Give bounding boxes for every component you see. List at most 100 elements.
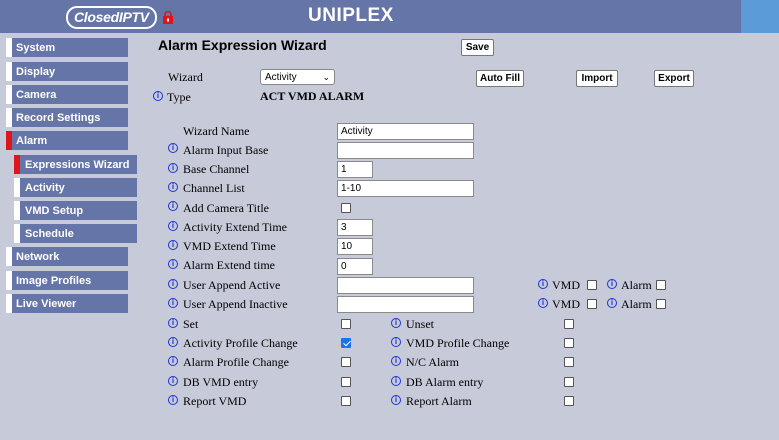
nav-marker xyxy=(14,178,20,197)
nav-marker xyxy=(6,108,12,127)
auto-fill-button[interactable]: Auto Fill xyxy=(476,70,524,87)
info-icon[interactable]: i xyxy=(168,376,178,386)
import-button[interactable]: Import xyxy=(576,70,618,87)
closediptv-logo: ClosedIPTV xyxy=(66,5,174,29)
user-append-inactive-input[interactable] xyxy=(337,296,474,313)
save-button[interactable]: Save xyxy=(461,39,494,56)
lock-icon xyxy=(162,10,173,24)
report-alarm-checkbox[interactable] xyxy=(564,396,574,406)
vmd-label: VMD xyxy=(552,297,581,311)
report-vmd-label: Report VMD xyxy=(183,394,247,408)
sidebar-item-record-settings[interactable]: Record Settings xyxy=(6,108,128,127)
nav-marker xyxy=(14,201,20,220)
db-alarm-entry-label: DB Alarm entry xyxy=(406,375,484,389)
info-icon[interactable]: i xyxy=(168,318,178,328)
user-append-active-input[interactable] xyxy=(337,277,474,294)
info-icon[interactable]: i xyxy=(607,279,617,289)
info-icon[interactable]: i xyxy=(168,221,178,231)
alarm-profile-change-checkbox[interactable] xyxy=(341,357,351,367)
sidebar-item-schedule[interactable]: Schedule xyxy=(14,224,137,243)
add-camera-title-checkbox[interactable] xyxy=(341,203,351,213)
activity-profile-change-checkbox[interactable] xyxy=(341,338,351,348)
info-icon[interactable]: i xyxy=(538,279,548,289)
alarm-input-base-label: Alarm Input Base xyxy=(183,143,269,157)
channel-list-input[interactable] xyxy=(337,180,474,197)
alarm-extend-time-input[interactable] xyxy=(337,258,373,275)
info-icon[interactable]: i xyxy=(391,337,401,347)
logo-text: ClosedIPTV xyxy=(66,5,157,29)
wizard-select-value: Activity xyxy=(265,71,297,83)
info-icon[interactable]: i xyxy=(168,279,178,289)
info-icon[interactable]: i xyxy=(391,356,401,366)
active-vmd-checkbox[interactable] xyxy=(587,280,597,290)
type-value: ACT VMD ALARM xyxy=(260,89,365,103)
report-vmd-checkbox[interactable] xyxy=(341,396,351,406)
info-icon[interactable]: i xyxy=(391,318,401,328)
vmd-profile-change-checkbox[interactable] xyxy=(564,338,574,348)
wizard-name-label: Wizard Name xyxy=(183,124,250,138)
info-icon[interactable]: i xyxy=(168,259,178,269)
base-channel-input[interactable] xyxy=(337,161,373,178)
info-icon[interactable]: i xyxy=(168,395,178,405)
sidebar-item-label: System xyxy=(16,41,56,54)
info-icon[interactable]: i xyxy=(168,240,178,250)
activity-extend-time-input[interactable] xyxy=(337,219,373,236)
info-icon[interactable]: i xyxy=(607,298,617,308)
info-icon[interactable]: i xyxy=(153,91,163,101)
sidebar-item-network[interactable]: Network xyxy=(6,247,128,266)
wizard-name-input[interactable] xyxy=(337,123,474,140)
nc-alarm-label: N/C Alarm xyxy=(406,355,459,369)
activity-profile-change-label: Activity Profile Change xyxy=(183,336,298,350)
app-title: UNIPLEX xyxy=(308,5,394,26)
nav-marker xyxy=(6,38,12,57)
sidebar-item-display[interactable]: Display xyxy=(6,62,128,81)
db-alarm-entry-checkbox[interactable] xyxy=(564,377,574,387)
info-icon[interactable]: i xyxy=(168,298,178,308)
user-append-active-label: User Append Active xyxy=(183,278,281,292)
sidebar-item-label: Camera xyxy=(16,88,57,101)
vmd-label: VMD xyxy=(552,278,581,292)
set-checkbox[interactable] xyxy=(341,319,351,329)
vmd-extend-time-input[interactable] xyxy=(337,238,373,255)
sidebar-item-system[interactable]: System xyxy=(6,38,128,57)
inactive-vmd-checkbox[interactable] xyxy=(587,299,597,309)
nav-marker xyxy=(14,155,20,174)
sidebar-item-vmd-setup[interactable]: VMD Setup xyxy=(14,201,137,220)
sidebar-item-image-profiles[interactable]: Image Profiles xyxy=(6,271,128,290)
nav-marker xyxy=(6,131,12,150)
sidebar-item-activity[interactable]: Activity xyxy=(14,178,137,197)
sidebar-item-alarm[interactable]: Alarm xyxy=(6,131,128,150)
alarm-label: Alarm xyxy=(621,278,652,292)
wizard-select[interactable]: Activity ⌄ xyxy=(260,69,335,85)
info-icon[interactable]: i xyxy=(168,182,178,192)
wizard-label: Wizard xyxy=(168,70,203,84)
info-icon[interactable]: i xyxy=(391,376,401,386)
nav-marker xyxy=(6,62,12,81)
info-icon[interactable]: i xyxy=(538,298,548,308)
info-icon[interactable]: i xyxy=(168,356,178,366)
nav-marker xyxy=(6,294,12,313)
type-label: Type xyxy=(167,90,191,104)
info-icon[interactable]: i xyxy=(168,337,178,347)
page-title: Alarm Expression Wizard xyxy=(158,37,327,53)
inactive-alarm-checkbox[interactable] xyxy=(656,299,666,309)
sidebar-item-expressions-wizard[interactable]: Expressions Wizard xyxy=(14,155,137,174)
info-icon[interactable]: i xyxy=(168,163,178,173)
sidebar-item-label: Activity xyxy=(25,181,65,194)
db-vmd-entry-checkbox[interactable] xyxy=(341,377,351,387)
sidebar-item-label: Display xyxy=(16,65,56,78)
info-icon[interactable]: i xyxy=(391,395,401,405)
sidebar-item-live-viewer[interactable]: Live Viewer xyxy=(6,294,128,313)
export-button[interactable]: Export xyxy=(654,70,694,87)
channel-list-label: Channel List xyxy=(183,181,245,195)
report-alarm-label: Report Alarm xyxy=(406,394,472,408)
unset-checkbox[interactable] xyxy=(564,319,574,329)
set-label: Set xyxy=(183,317,199,331)
sidebar-item-camera[interactable]: Camera xyxy=(6,85,128,104)
nc-alarm-checkbox[interactable] xyxy=(564,357,574,367)
info-icon[interactable]: i xyxy=(168,143,178,153)
base-channel-label: Base Channel xyxy=(183,162,250,176)
alarm-input-base-input[interactable] xyxy=(337,142,474,159)
active-alarm-checkbox[interactable] xyxy=(656,280,666,290)
info-icon[interactable]: i xyxy=(168,201,178,211)
